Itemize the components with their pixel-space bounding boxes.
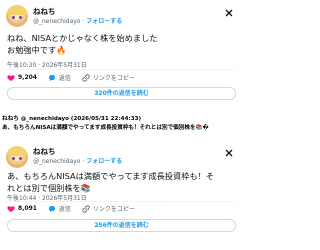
tweet-card-2: ねねち @_nenechidayo · フォローする あ、もちろんNISAは満額…: [0, 142, 241, 250]
caption-line2: あ、もちろんNISAは満額でやってます成長投資枠も！それとは別で個別株を📚�: [2, 125, 209, 131]
handle-line: @_nenechidayo · フォローする: [33, 156, 122, 165]
reply-label: 返信: [58, 75, 71, 82]
tweet-card-1: ねねち @_nenechidayo · フォローする ねね、NISAとかじゃなく…: [0, 0, 241, 106]
tweet-text-line2: れとは別で個別株を: [7, 183, 81, 193]
link-icon: [82, 73, 90, 82]
reply-icon: [48, 74, 56, 82]
x-logo-icon[interactable]: [225, 9, 233, 17]
divider: [6, 69, 235, 70]
follow-button[interactable]: フォローする: [86, 158, 122, 165]
caption: ねねち @_nenechidayo (2026/05/31 22:44:33) …: [2, 115, 241, 133]
avatar[interactable]: [6, 5, 28, 27]
copy-link-button[interactable]: リンクをコピー: [82, 73, 135, 82]
like-count: 9,204: [18, 74, 37, 81]
separator: ·: [82, 18, 85, 25]
tweet-text-line1: ねね、NISAとかじゃなく株を始めました: [7, 33, 158, 43]
copy-link-label: リンクをコピー: [92, 75, 135, 82]
tweet-text-line2: お勉強中です: [7, 45, 57, 55]
like-button[interactable]: 9,204: [7, 74, 37, 82]
avatar[interactable]: [6, 146, 28, 168]
fire-emoji: 🔥: [56, 45, 67, 55]
heart-icon: [7, 205, 15, 213]
link-icon: [82, 204, 90, 213]
reply-button[interactable]: 返信: [48, 73, 71, 82]
author-handle[interactable]: @_nenechidayo: [33, 18, 80, 25]
tweet-text-line1: あ、もちろんNISAは満額でやってます成長投資枠も！そ: [7, 171, 214, 181]
follow-button[interactable]: フォローする: [86, 18, 122, 25]
caption-line1: ねねち @_nenechidayo (2026/05/31 22:44:33): [2, 116, 142, 122]
action-bar: 8,091 返信 リンクをコピー: [7, 204, 144, 215]
tweet-text: ねね、NISAとかじゃなく株を始めました お勉強中です🔥: [7, 32, 235, 56]
divider: [6, 201, 235, 202]
x-logo-icon[interactable]: [225, 149, 233, 157]
copy-link-label: リンクをコピー: [92, 206, 135, 213]
read-replies-button[interactable]: 256件の返信を読む: [7, 219, 236, 232]
separator: ·: [82, 158, 85, 165]
like-count: 8,091: [18, 205, 37, 212]
books-emoji: 📚: [80, 183, 91, 193]
reply-label: 返信: [58, 206, 71, 213]
author-handle[interactable]: @_nenechidayo: [33, 158, 80, 165]
like-button[interactable]: 8,091: [7, 205, 37, 213]
reply-icon: [48, 205, 56, 213]
reply-button[interactable]: 返信: [48, 204, 71, 213]
heart-icon: [7, 74, 15, 82]
timestamp[interactable]: 午後10:30 · 2026年5月31日: [7, 60, 87, 69]
tweet-text: あ、もちろんNISAは満額でやってます成長投資枠も！そ れとは別で個別株を📚: [7, 170, 235, 194]
copy-link-button[interactable]: リンクをコピー: [82, 204, 135, 213]
action-bar: 9,204 返信 リンクをコピー: [7, 73, 144, 84]
handle-line: @_nenechidayo · フォローする: [33, 16, 122, 25]
read-replies-button[interactable]: 320件の返信を読む: [7, 87, 236, 100]
